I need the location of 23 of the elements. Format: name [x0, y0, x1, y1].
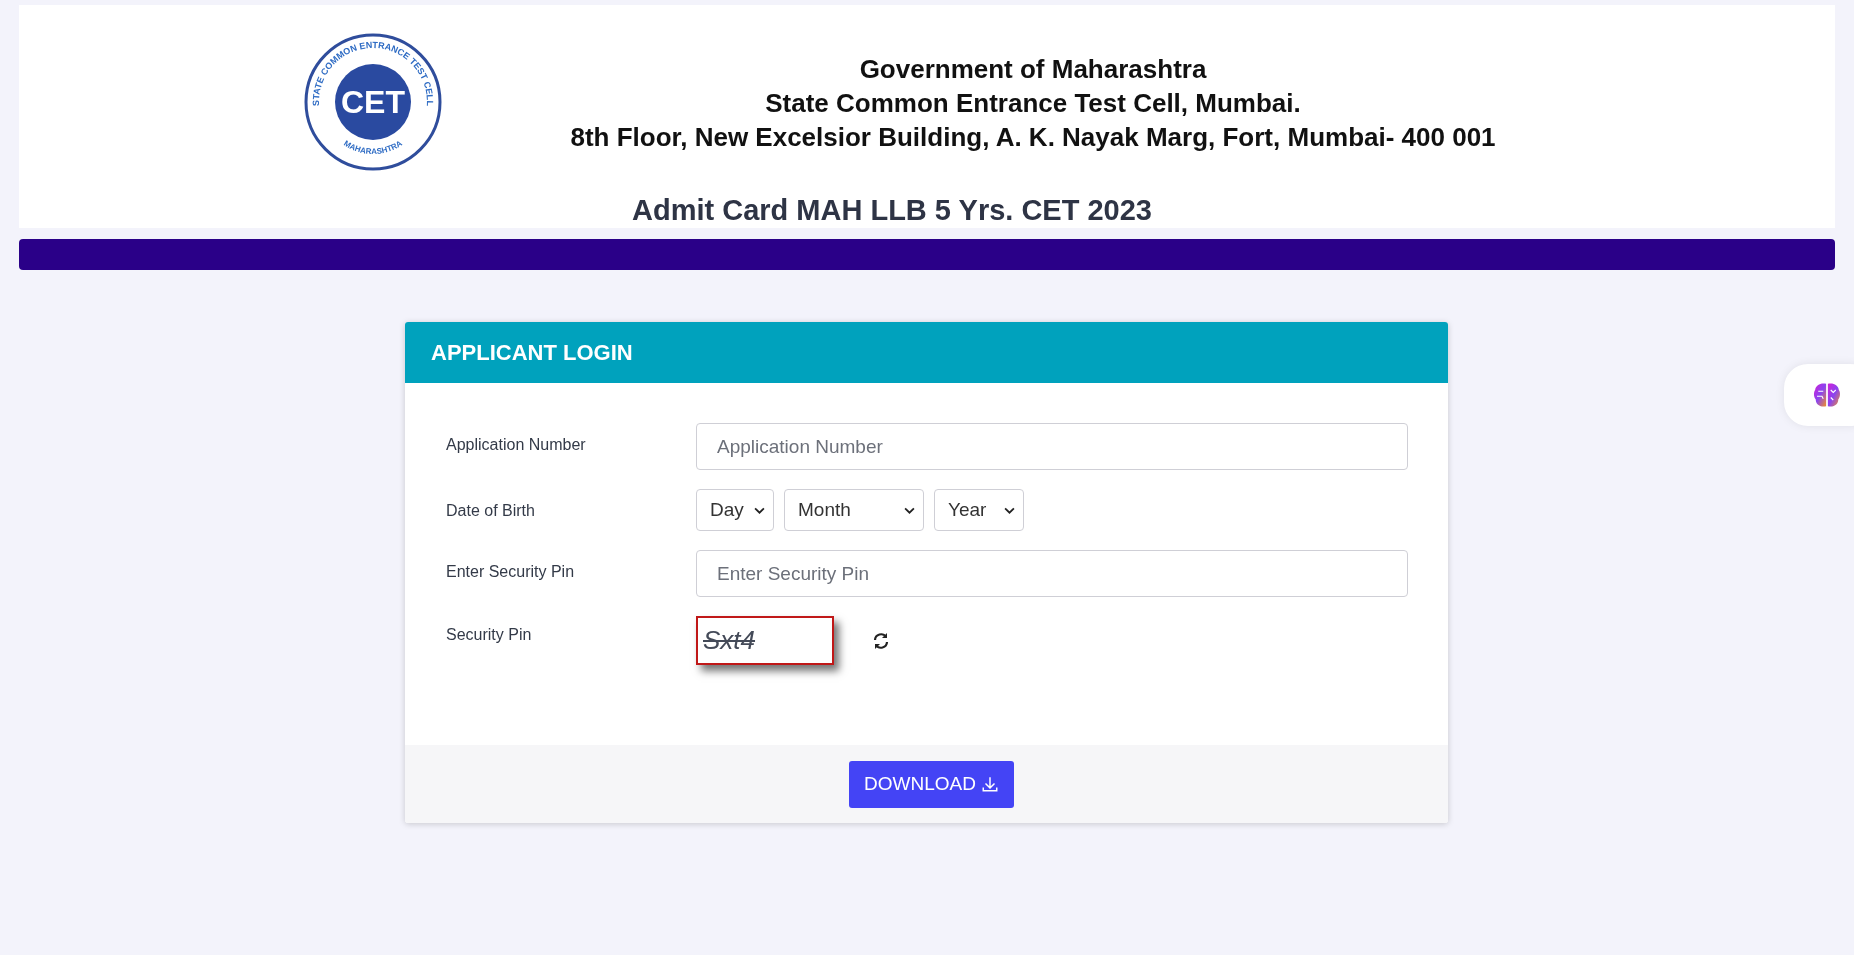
caret-icon [1004, 506, 1015, 514]
dropdown[interactable]: Month [784, 489, 924, 531]
brain-icon [1812, 381, 1842, 409]
floating-tab[interactable] [1784, 364, 1854, 426]
card-title: APPLICANT LOGIN [431, 339, 633, 366]
field-label: Security Pin [446, 626, 533, 644]
caret-icon [754, 506, 765, 514]
input-field[interactable]: Enter Security Pin [696, 550, 1408, 597]
field-label: Application Number [446, 436, 587, 454]
download-button[interactable]: DOWNLOAD [849, 760, 1014, 808]
dropdown[interactable]: Day [696, 489, 774, 531]
caret-icon [904, 506, 915, 514]
input-field[interactable]: Application Number [696, 423, 1408, 470]
download-icon [980, 775, 999, 793]
field-label: Enter Security Pin [446, 563, 576, 581]
header-line: State Common Entrance Test Cell, Mumbai. [765, 87, 1301, 120]
header-line: Government of Maharashtra [859, 53, 1207, 86]
dropdown[interactable]: Year [934, 489, 1024, 531]
captcha-image: Sxt4 [696, 616, 834, 665]
page-title: Admit Card MAH LLB 5 Yrs. CET 2023 [631, 194, 1153, 227]
field-label: Date of Birth [446, 502, 536, 520]
header-line: 8th Floor, New Excelsior Building, A. K. Nayak Marg, Fort, Mumbai- 400 001 [570, 121, 1496, 154]
refresh-icon[interactable] [871, 630, 891, 651]
